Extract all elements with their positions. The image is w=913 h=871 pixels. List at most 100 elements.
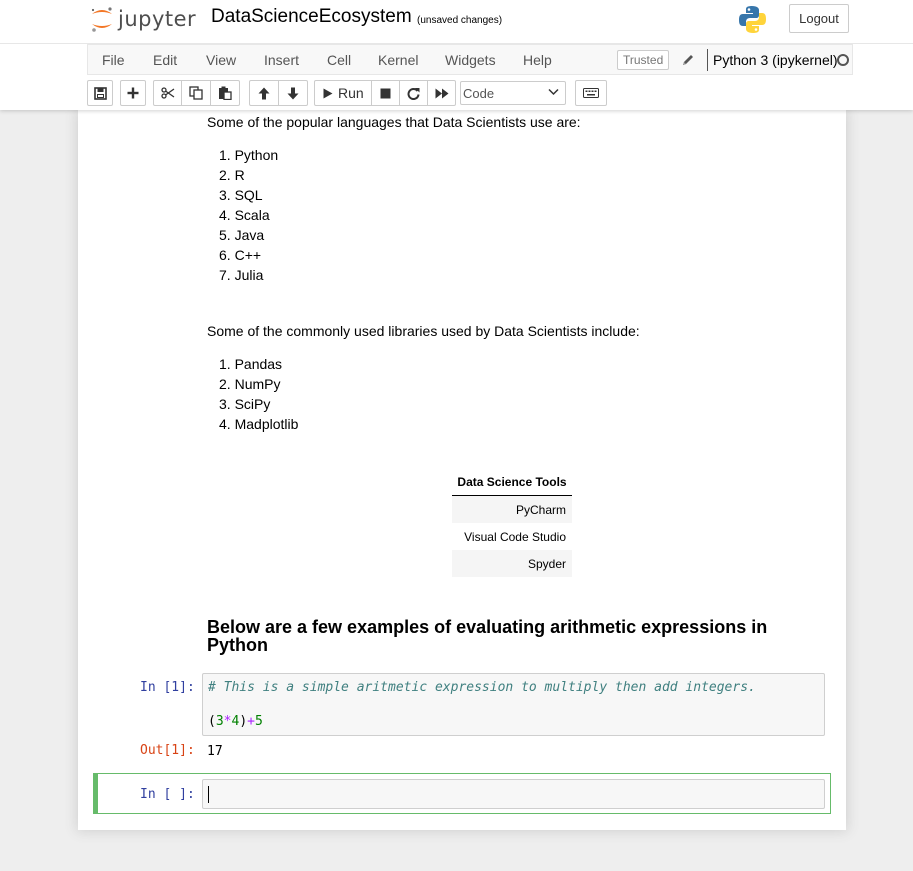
python-logo-icon bbox=[739, 6, 766, 33]
notebook-header: jupyter DataScienceEcosystem (unsaved ch… bbox=[0, 0, 913, 110]
notebook-name[interactable]: DataScienceEcosystem bbox=[211, 6, 412, 28]
menu-kernel[interactable]: Kernel bbox=[378, 52, 418, 68]
table-cell: Spyder bbox=[452, 550, 572, 577]
code-comment: # This is a simple aritmetic expression … bbox=[208, 680, 756, 695]
arithmetic-heading[interactable]: Below are a few examples of evaluating a… bbox=[207, 618, 807, 654]
libraries-list: 1. Pandas 2. NumPy 3. SciPy 4. Madplotli… bbox=[219, 354, 298, 434]
cell-output: 17 bbox=[207, 744, 223, 759]
list-item: 7. Julia bbox=[219, 265, 278, 285]
cell-type-value: Code bbox=[463, 85, 495, 101]
trusted-badge[interactable]: Trusted bbox=[617, 50, 670, 70]
move-up-button[interactable] bbox=[249, 80, 279, 106]
copy-icon bbox=[189, 86, 203, 100]
save-status: (unsaved changes) bbox=[417, 15, 503, 26]
header-top-bar: jupyter DataScienceEcosystem (unsaved ch… bbox=[0, 0, 913, 44]
restart-run-all-button[interactable] bbox=[427, 80, 456, 106]
command-palette-button[interactable] bbox=[575, 80, 607, 106]
code-token: 5 bbox=[254, 714, 263, 729]
list-text: SQL bbox=[234, 187, 263, 203]
paste-icon bbox=[219, 86, 232, 100]
list-item: 1. Python bbox=[219, 145, 278, 165]
list-text: Madplotlib bbox=[234, 416, 299, 432]
menu-file[interactable]: File bbox=[102, 52, 125, 68]
interrupt-button[interactable] bbox=[371, 80, 400, 106]
pencil-icon[interactable] bbox=[680, 52, 696, 68]
menu-view[interactable]: View bbox=[206, 52, 236, 68]
menu-insert[interactable]: Insert bbox=[264, 52, 299, 68]
list-text: Python bbox=[234, 147, 279, 163]
notebook-container: Some of the popular languages that Data … bbox=[78, 110, 846, 830]
list-number: 4. bbox=[219, 207, 235, 223]
paste-button[interactable] bbox=[210, 80, 240, 106]
tools-table-header: Data Science Tools bbox=[452, 469, 572, 496]
restart-button[interactable] bbox=[399, 80, 428, 106]
play-icon bbox=[323, 88, 333, 98]
list-item: 1. Pandas bbox=[219, 354, 298, 374]
list-text: SciPy bbox=[234, 396, 271, 412]
list-number: 3. bbox=[219, 396, 235, 412]
list-number: 5. bbox=[219, 227, 235, 243]
list-number: 2. bbox=[219, 167, 235, 183]
list-text: Pandas bbox=[234, 356, 283, 372]
languages-intro: Some of the popular languages that Data … bbox=[207, 114, 581, 130]
kernel-separator bbox=[707, 49, 708, 71]
table-cell: PyCharm bbox=[452, 495, 572, 523]
libraries-intro: Some of the commonly used libraries used… bbox=[207, 323, 640, 339]
list-item: 4. Madplotlib bbox=[219, 414, 298, 434]
code-token: 3 bbox=[215, 714, 224, 729]
languages-list: 1. Python 2. R 3. SQL 4. Scala 5. Java 6… bbox=[219, 145, 278, 285]
menu-help[interactable]: Help bbox=[523, 52, 552, 68]
list-number: 3. bbox=[219, 187, 235, 203]
chevron-down-icon bbox=[548, 88, 559, 96]
out-prompt: Out[1]: bbox=[140, 743, 195, 758]
floppy-icon bbox=[93, 86, 107, 100]
code-token: + bbox=[247, 714, 255, 729]
menu-cell[interactable]: Cell bbox=[327, 52, 351, 68]
list-number: 4. bbox=[219, 416, 235, 432]
empty-code-input[interactable] bbox=[202, 779, 825, 809]
scissors-icon bbox=[160, 87, 174, 99]
run-label: Run bbox=[338, 85, 364, 101]
code-token: ( bbox=[208, 714, 216, 729]
list-number: 1. bbox=[219, 147, 235, 163]
cell-type-select[interactable]: Code bbox=[460, 81, 566, 105]
save-button[interactable] bbox=[87, 80, 113, 106]
cut-button[interactable] bbox=[153, 80, 182, 106]
code-input-area[interactable]: # This is a simple aritmetic expression … bbox=[202, 673, 825, 736]
plus-icon bbox=[127, 87, 139, 99]
run-button[interactable]: Run bbox=[314, 80, 372, 106]
list-number: 2. bbox=[219, 376, 235, 392]
menu-edit[interactable]: Edit bbox=[153, 52, 177, 68]
move-down-button[interactable] bbox=[278, 80, 308, 106]
text-cursor bbox=[208, 786, 209, 803]
list-item: 4. Scala bbox=[219, 205, 278, 225]
in-prompt: In [ ]: bbox=[140, 787, 195, 802]
in-prompt: In [1]: bbox=[140, 680, 195, 695]
list-text: NumPy bbox=[234, 376, 281, 392]
list-text: R bbox=[234, 167, 245, 183]
menu-widgets[interactable]: Widgets bbox=[445, 52, 496, 68]
selected-code-cell[interactable]: In [ ]: bbox=[93, 773, 831, 814]
list-text: Julia bbox=[234, 267, 264, 283]
list-number: 1. bbox=[219, 356, 235, 372]
toolbar: Run Code bbox=[87, 80, 617, 106]
jupyter-logo-icon bbox=[91, 7, 112, 32]
list-item: 3. SQL bbox=[219, 185, 278, 205]
jupyter-logo[interactable]: jupyter bbox=[90, 4, 196, 34]
logout-button[interactable]: Logout bbox=[789, 4, 849, 33]
code-token: ) bbox=[239, 714, 248, 729]
jupyter-logo-text: jupyter bbox=[118, 7, 197, 31]
insert-cell-button[interactable] bbox=[120, 80, 146, 106]
menubar: File Edit View Insert Cell Kernel Widget… bbox=[87, 44, 853, 75]
list-text: Java bbox=[234, 227, 265, 243]
table-cell: Visual Code Studio bbox=[464, 529, 566, 544]
arrow-up-icon bbox=[258, 87, 270, 99]
list-item: 5. Java bbox=[219, 225, 278, 245]
tools-table: Data Science Tools PyCharm Visual Code S… bbox=[452, 469, 572, 577]
list-item: 2. R bbox=[219, 165, 278, 185]
copy-button[interactable] bbox=[181, 80, 211, 106]
kernel-name[interactable]: Python 3 (ipykernel) bbox=[713, 52, 838, 68]
selected-cell-indicator bbox=[93, 773, 98, 814]
list-text: Scala bbox=[234, 207, 270, 223]
keyboard-icon bbox=[583, 88, 599, 98]
